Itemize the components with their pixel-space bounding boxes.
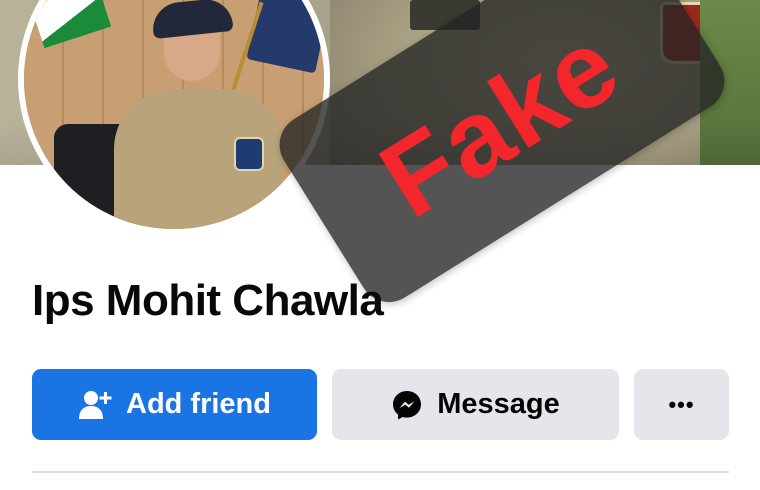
more-icon: ••• bbox=[668, 391, 695, 417]
more-options-button[interactable]: ••• bbox=[634, 369, 729, 440]
message-label: Message bbox=[437, 388, 560, 420]
profile-name: Ips Mohit Chawla bbox=[32, 276, 384, 325]
add-friend-button[interactable]: Add friend bbox=[32, 369, 317, 440]
profile-picture[interactable] bbox=[18, 0, 330, 235]
messenger-icon bbox=[391, 389, 423, 421]
message-button[interactable]: Message bbox=[332, 369, 619, 440]
add-user-icon bbox=[78, 390, 112, 420]
divider bbox=[32, 471, 729, 473]
add-friend-label: Add friend bbox=[126, 388, 271, 420]
